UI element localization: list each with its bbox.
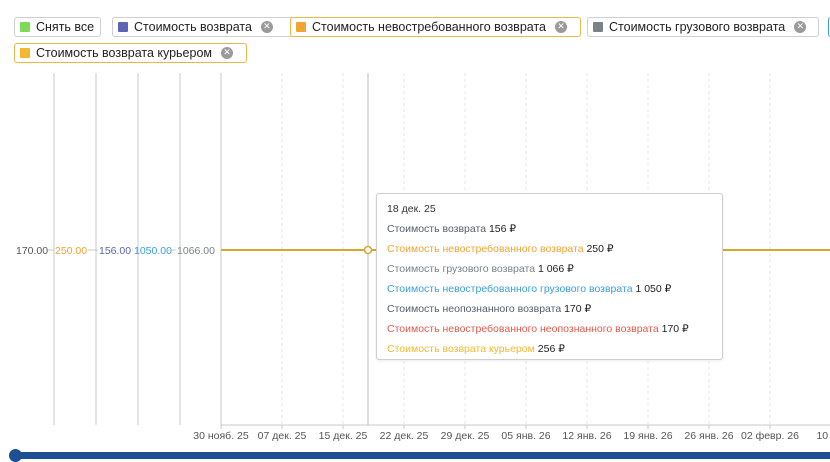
x-axis-tick-label: 02 февр. 26 — [741, 430, 799, 442]
tooltip-date: 18 дек. 25 — [387, 203, 436, 215]
tooltip-row: Стоимость невостребованного неопознанног… — [387, 323, 722, 343]
x-axis-tick-label: 29 дек. 25 — [441, 430, 490, 442]
x-axis-tick-label: 26 янв. 26 — [684, 430, 733, 442]
tooltip-series-label: Стоимость неопознанного возврата — [387, 303, 562, 315]
x-axis-tick-label: 10 фе — [816, 430, 830, 442]
x-axis-tick-label: 30 нояб. 25 — [193, 430, 249, 442]
tooltip-row: Стоимость невостребованного грузового во… — [387, 283, 722, 303]
tooltip-series-label: Стоимость возврата курьером — [387, 343, 535, 355]
tooltip-series-label: Стоимость невостребованного неопознанног… — [387, 323, 659, 335]
tooltip-series-value: 1 066 ₽ — [535, 263, 574, 275]
y-axis-tick-label: 1050.00 — [134, 245, 172, 257]
y-axis-tick-label: 1066.00 — [177, 245, 215, 257]
chart-tooltip: 18 дек. 25 Стоимость возврата 156 ₽ Стоим… — [376, 193, 723, 360]
tooltip-row: Стоимость невостребованного возврата 250… — [387, 243, 722, 263]
x-axis-tick-label: 07 дек. 25 — [258, 430, 307, 442]
hover-point — [363, 245, 373, 255]
x-axis-tick-label: 12 янв. 26 — [562, 430, 611, 442]
tooltip-series-label: Стоимость невостребованного возврата — [387, 243, 584, 255]
tooltip-series-value: 256 ₽ — [534, 343, 565, 355]
tooltip-series-label: Стоимость грузового возврата — [387, 263, 536, 275]
x-axis-tick-label: 15 дек. 25 — [319, 430, 368, 442]
tooltip-rows: Стоимость возврата 156 ₽ Стоимость невост… — [387, 223, 722, 363]
tooltip-series-value: 170 ₽ — [561, 303, 592, 315]
scrollbar-handle[interactable] — [9, 449, 22, 462]
tooltip-row: Стоимость неопознанного возврата 170 ₽ — [387, 303, 722, 323]
x-axis-tick-label: 22 дек. 25 — [380, 430, 429, 442]
tooltip-series-label: Стоимость возврата — [387, 223, 487, 235]
tooltip-series-value: 156 ₽ — [486, 223, 517, 235]
tooltip-row: Стоимость возврата курьером 256 ₽ — [387, 343, 722, 363]
tooltip-row: Стоимость грузового возврата 1 066 ₽ — [387, 263, 722, 283]
tooltip-series-value: 1 050 ₽ — [632, 283, 672, 295]
y-axis-tick-label: 170.00 — [16, 245, 48, 257]
y-axis-tick-label: 250.00 — [55, 245, 87, 257]
y-axis-tick-label: 156.00 — [99, 245, 131, 257]
x-axis-tick-label: 05 янв. 26 — [501, 430, 550, 442]
tooltip-series-value: 250 ₽ — [583, 243, 614, 255]
x-axis-tick-label: 19 янв. 26 — [623, 430, 672, 442]
tooltip-series-label: Стоимость невостребованного грузового во… — [387, 283, 633, 295]
tooltip-series-value: 170 ₽ — [658, 323, 689, 335]
tooltip-row: Стоимость возврата 156 ₽ — [387, 223, 722, 243]
chart-scrollbar[interactable] — [10, 452, 830, 459]
